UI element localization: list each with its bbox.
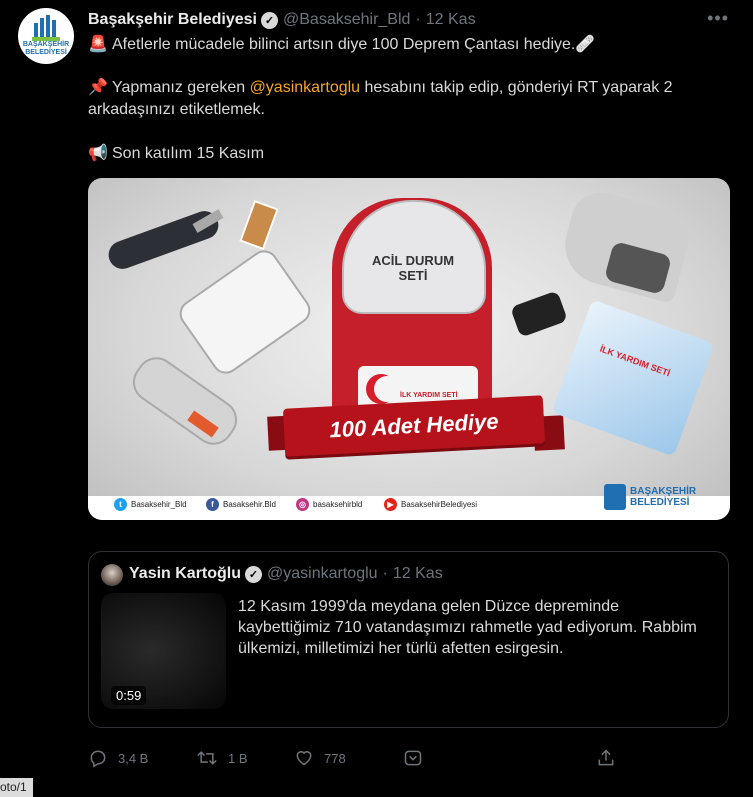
- author-handle[interactable]: @Basaksehir_Bld: [283, 11, 410, 29]
- video-duration-badge: 0:59: [111, 686, 147, 705]
- quoted-author-handle[interactable]: @yasinkartoglu: [267, 565, 378, 583]
- instagram-icon: ◎: [296, 498, 309, 511]
- siren-emoji-icon: 🚨: [88, 36, 108, 53]
- separator: ·: [415, 11, 421, 28]
- verified-badge-icon: ✓: [261, 11, 278, 29]
- quoted-tweet-header: Yasin Kartoğlu ✓ @yasinkartoglu · 12 Kas: [129, 565, 443, 583]
- youtube-icon: ▶: [384, 498, 397, 511]
- municipality-logo-icon: [32, 15, 60, 41]
- quoted-tweet[interactable]: Yasin Kartoğlu ✓ @yasinkartoglu · 12 Kas…: [88, 551, 729, 728]
- brand-mark-icon: [604, 484, 626, 510]
- tweet-header: Başakşehir Belediyesi ✓ @Basaksehir_Bld …: [88, 9, 476, 31]
- tweet-text-3: Son katılım 15 Kasım: [112, 145, 265, 162]
- brand-logo: BAŞAKŞEHİR BELEDİYESİ: [604, 484, 696, 510]
- twitter-icon: t: [114, 498, 127, 511]
- tweet-image[interactable]: ACİL DURUM SETİ İLK YARDIM SETİ 100 Adet…: [88, 178, 730, 520]
- share-icon: [598, 749, 614, 766]
- social-facebook: f Basaksehir.Bld: [206, 498, 276, 511]
- tweet-text-2-prefix: Yapmanız gereken: [112, 79, 250, 96]
- red-crescent-icon: [366, 374, 400, 404]
- reply-count: 3,4 B: [118, 750, 149, 766]
- tweet-actions: 3,4 B 1 B 778: [88, 748, 648, 776]
- author-name[interactable]: Başakşehir Belediyesi: [88, 11, 257, 29]
- brand-line-2: BELEDİYESİ: [630, 497, 690, 508]
- pushpin-emoji-icon: 📌: [88, 79, 108, 96]
- social-label: Basaksehir.Bld: [223, 500, 276, 509]
- tweet-text-line-1: 🚨 Afetlerle mücadele bilinci artsın diye …: [88, 34, 728, 56]
- bandage-emoji-icon: 🩹: [575, 36, 596, 53]
- status-bar-url: oto/1: [0, 778, 33, 797]
- bag-label: ACİL DURUM SETİ: [371, 253, 455, 283]
- reply-button[interactable]: 3,4 B: [88, 748, 148, 768]
- social-youtube: ▶ BasaksehirBelediyesi: [384, 498, 477, 511]
- quoted-author-avatar[interactable]: [101, 564, 123, 586]
- chevron-down-box-icon: [404, 750, 422, 766]
- facebook-icon: f: [206, 498, 219, 511]
- social-label: basaksehirbld: [313, 500, 363, 509]
- retweet-icon: [197, 751, 217, 765]
- social-label: Basaksehir_Bld: [131, 500, 187, 509]
- quoted-tweet-text: 12 Kasım 1999'da meydana gelen Düzce dep…: [238, 598, 697, 657]
- like-count: 778: [324, 750, 346, 766]
- share-button[interactable]: [596, 748, 626, 768]
- separator: ·: [382, 565, 388, 582]
- reply-icon: [90, 750, 106, 768]
- verified-badge-icon: ✓: [245, 565, 263, 583]
- like-button[interactable]: 778: [294, 748, 346, 768]
- social-twitter: t Basaksehir_Bld: [114, 498, 187, 511]
- mention-link[interactable]: @yasinkartoglu: [250, 79, 361, 96]
- avatar-text: BAŞAKŞEHİR BELEDİYESİ: [22, 41, 70, 56]
- quoted-tweet-time[interactable]: 12 Kas: [393, 565, 443, 583]
- heart-icon: [296, 751, 312, 766]
- retweet-count: 1 B: [228, 750, 248, 766]
- social-instagram: ◎ basaksehirbld: [296, 498, 362, 511]
- tweet-text-1: Afetlerle mücadele bilinci artsın diye 1…: [112, 36, 576, 53]
- card-text: İLK YARDIM SETİ: [400, 392, 458, 399]
- tweet-text-line-3: 📢 Son katılım 15 Kasım: [88, 143, 728, 165]
- whistle-illustration: [510, 290, 568, 338]
- emergency-blanket-illustration: [551, 299, 715, 457]
- more-options-icon[interactable]: •••: [707, 8, 729, 29]
- brand-line-1: BAŞAKŞEHİR: [630, 486, 697, 497]
- face-mask-illustration: [174, 244, 316, 380]
- matchbox-illustration: [239, 199, 279, 251]
- tweet[interactable]: BAŞAKŞEHİR BELEDİYESİ Başakşehir Belediy…: [0, 0, 753, 797]
- ribbon-banner: 100 Adet Hediye: [282, 395, 546, 457]
- retweet-button[interactable]: 1 B: [196, 748, 248, 768]
- tweet-text-line-2: 📌 Yapmanız gereken @yasinkartoglu hesabın…: [88, 77, 728, 121]
- tweet-time[interactable]: 12 Kas: [426, 11, 476, 29]
- more-share-button[interactable]: [403, 748, 433, 768]
- social-label: BasaksehirBelediyesi: [401, 500, 478, 509]
- megaphone-emoji-icon: 📢: [88, 145, 108, 162]
- author-avatar[interactable]: BAŞAKŞEHİR BELEDİYESİ: [18, 8, 74, 64]
- quoted-author-name[interactable]: Yasin Kartoğlu: [129, 565, 241, 583]
